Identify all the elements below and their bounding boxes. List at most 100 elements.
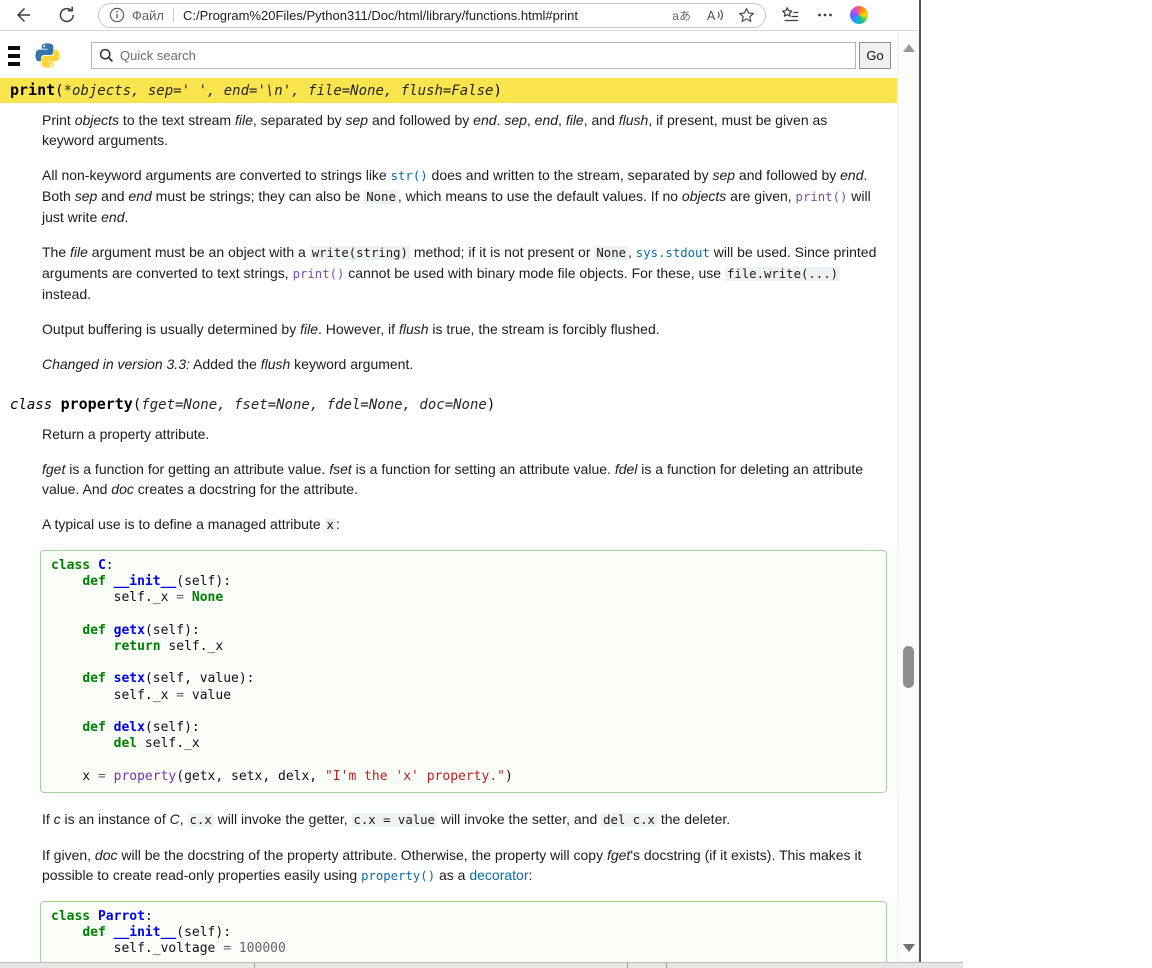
text-segment: .: [124, 209, 128, 225]
text-segment: None: [594, 246, 628, 260]
divider: [173, 8, 174, 22]
text-segment: ,: [180, 811, 188, 827]
refresh-button[interactable]: [52, 2, 82, 28]
info-icon[interactable]: [109, 7, 125, 23]
text-segment: will be the docstring of the property at…: [118, 847, 607, 863]
scrollbar[interactable]: [897, 32, 919, 962]
text-segment: write(string): [310, 246, 410, 260]
translate-icon[interactable]: aあ: [672, 7, 691, 24]
text-segment: cannot be used with binary mode file obj…: [344, 265, 725, 281]
changed-in-version-note: Changed in version 3.3: Added the flush …: [42, 354, 883, 374]
inline-link[interactable]: sys.stdout: [636, 246, 710, 260]
favorite-star-icon[interactable]: [738, 7, 755, 24]
print-signature: print(*objects, sep=' ', end='\n', file=…: [0, 78, 897, 103]
url-text[interactable]: C:/Program%20Files/Python311/Doc/html/li…: [183, 8, 664, 23]
code-line: return self._x: [51, 639, 876, 655]
taskbar-divider: [254, 963, 255, 968]
text-segment: fget=None, fset=None, fdel=None, doc=Non…: [141, 397, 487, 413]
text-segment: , separated by: [253, 112, 346, 128]
code-line: x = property(getx, setx, delx, "I'm the …: [51, 769, 876, 785]
copilot-icon[interactable]: [850, 6, 868, 24]
inline-link[interactable]: decorator: [469, 867, 528, 883]
text-segment: *objects, sep=' ', end='\n', file=None, …: [64, 83, 494, 99]
text-segment: instead.: [42, 286, 91, 302]
text-segment: , which means to use the default values.…: [398, 188, 682, 204]
read-aloud-icon[interactable]: A: [705, 7, 724, 24]
address-bar[interactable]: Файл C:/Program%20Files/Python311/Doc/ht…: [98, 3, 766, 28]
text-segment: del c.x: [601, 813, 657, 827]
text-segment: :: [336, 516, 340, 532]
text-segment: creates a docstring for the attribute.: [134, 481, 358, 497]
search-form: Go: [91, 42, 891, 69]
text-segment: class: [10, 397, 61, 413]
text-segment: end: [128, 188, 151, 204]
inline-link[interactable]: property(): [361, 869, 435, 883]
code-line: class C:: [51, 558, 876, 574]
text-segment: end: [840, 167, 863, 183]
browser-window: Файл C:/Program%20Files/Python311/Doc/ht…: [0, 0, 919, 962]
text-segment: doc: [111, 481, 134, 497]
code-line: [51, 655, 876, 671]
back-button[interactable]: [8, 2, 38, 28]
text-segment: Added the: [190, 356, 261, 372]
text-segment: c.x: [188, 813, 214, 827]
text-segment: does and written to the stream, separate…: [428, 167, 713, 183]
paragraph: All non-keyword arguments are converted …: [42, 165, 883, 227]
text-segment: fget: [607, 847, 630, 863]
text-segment: is a function for getting an attribute v…: [65, 461, 329, 477]
python-logo-icon: [34, 42, 61, 69]
scroll-down-arrow-icon[interactable]: [903, 944, 915, 952]
hamburger-icon: [8, 46, 20, 50]
svg-text:A: A: [707, 9, 716, 23]
text-segment: If given,: [42, 847, 95, 863]
inline-link[interactable]: print(): [796, 190, 848, 204]
text-segment: ): [487, 397, 495, 413]
text-segment: argument must be an object with a: [88, 244, 310, 260]
text-segment: (: [133, 397, 141, 413]
text-segment: end: [535, 112, 558, 128]
menu-button[interactable]: [8, 42, 20, 70]
text-segment: doc: [95, 847, 118, 863]
code-line: def __init__(self):: [51, 574, 876, 590]
inline-link[interactable]: print(): [293, 267, 345, 281]
text-segment: flush: [619, 112, 649, 128]
text-segment: objects: [682, 188, 726, 204]
text-segment: fdel: [615, 461, 638, 477]
code-line: def setx(self, value):: [51, 671, 876, 687]
text-segment: ): [493, 83, 501, 99]
more-options-icon[interactable]: [816, 6, 834, 24]
inline-link[interactable]: str(): [391, 169, 428, 183]
text-segment: and followed by: [368, 112, 473, 128]
text-segment: . However, if: [318, 321, 399, 337]
text-segment: objects: [75, 112, 119, 128]
text-segment: ,: [558, 112, 566, 128]
text-segment: Changed in version 3.3:: [42, 356, 190, 372]
page-content: Go print(*objects, sep=' ', end='\n', fi…: [0, 32, 897, 962]
code-line: def getx(self):: [51, 623, 876, 639]
code-line: self._x = value: [51, 688, 876, 704]
browser-toolbar: Файл C:/Program%20Files/Python311/Doc/ht…: [0, 0, 919, 31]
window-edge: [919, 0, 921, 962]
text-segment: (: [55, 83, 63, 99]
text-segment: If: [42, 811, 54, 827]
paragraph: If c is an instance of C, c.x will invok…: [42, 809, 883, 830]
taskbar-divider: [666, 963, 667, 968]
paragraph: If given, doc will be the docstring of t…: [42, 845, 883, 886]
text-segment: :: [529, 867, 533, 883]
text-segment: c: [54, 811, 61, 827]
text-segment: file: [235, 112, 253, 128]
scroll-up-arrow-icon[interactable]: [903, 44, 915, 52]
go-button[interactable]: Go: [859, 42, 891, 69]
text-segment: as a: [435, 867, 469, 883]
paragraph: Return a property attribute.: [42, 424, 883, 444]
text-segment: file.write(...): [725, 267, 840, 281]
search-input[interactable]: [91, 42, 856, 69]
text-segment: ,: [527, 112, 535, 128]
python-logo[interactable]: [34, 42, 61, 69]
text-segment: print: [10, 81, 55, 99]
favorites-hub-icon[interactable]: [780, 6, 800, 24]
text-segment: to the text stream: [119, 112, 235, 128]
screen: Файл C:/Program%20Files/Python311/Doc/ht…: [0, 0, 1152, 968]
text-segment: x: [325, 518, 336, 532]
scrollbar-thumb[interactable]: [903, 646, 914, 688]
